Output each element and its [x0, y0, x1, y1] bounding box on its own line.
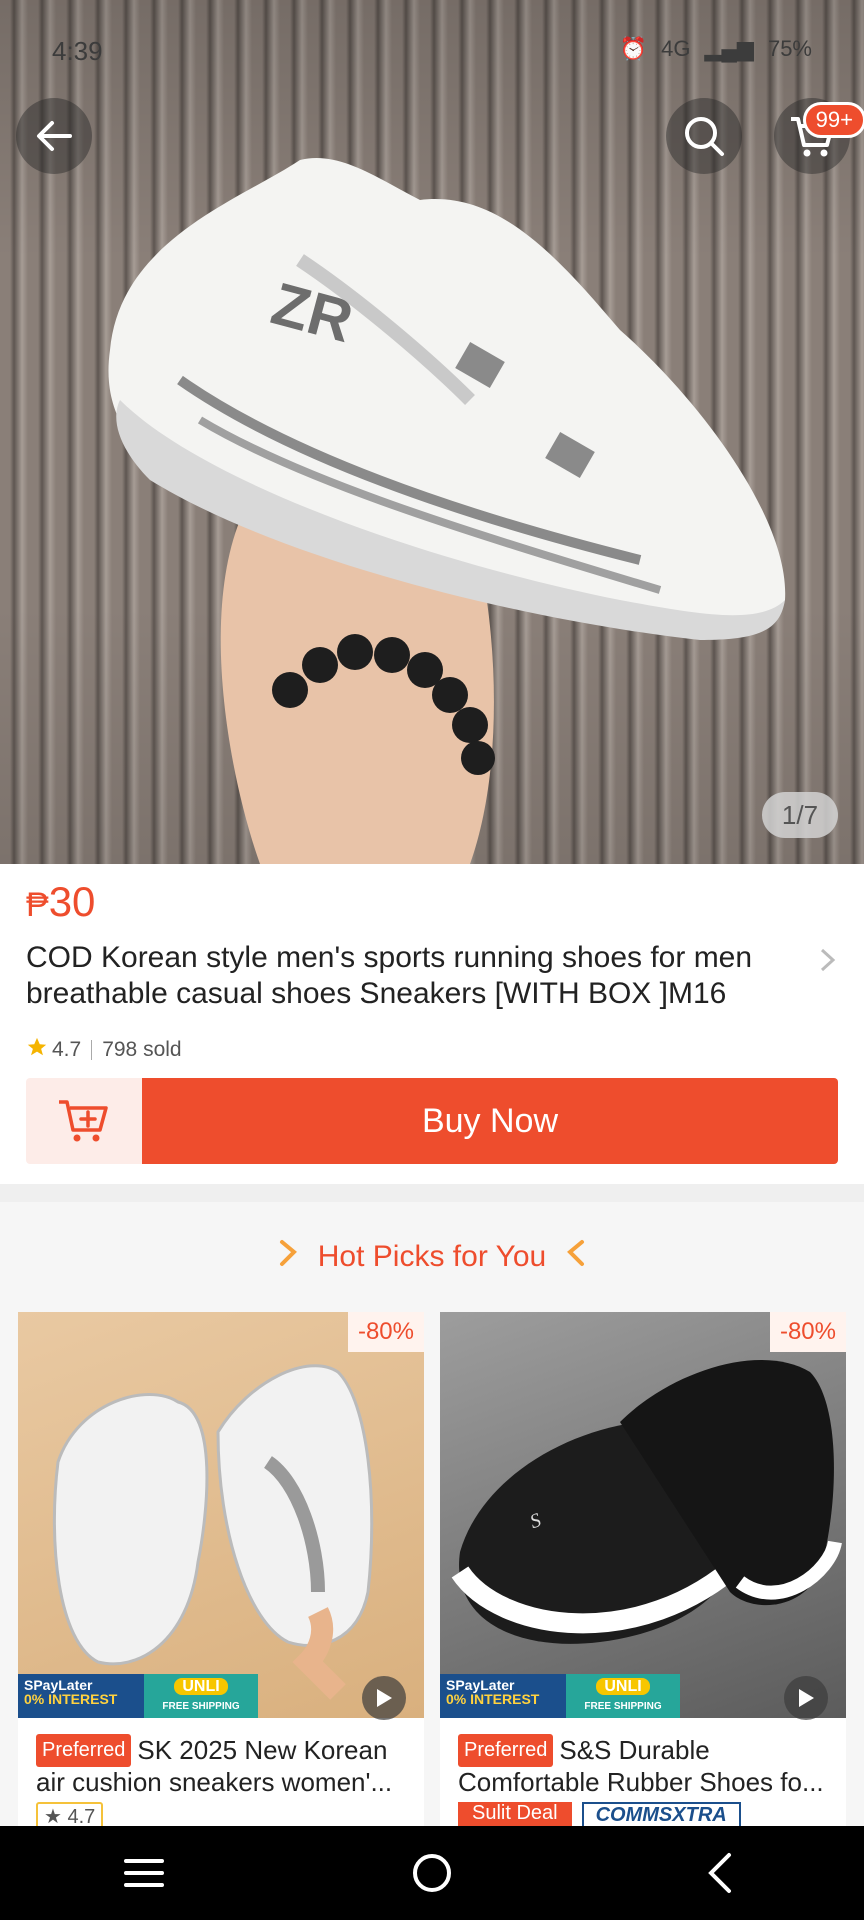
unli-shipping-tag: UNLI FREE SHIPPING [144, 1674, 258, 1718]
interest-label: 0% INTEREST [24, 1691, 118, 1707]
price-value: 30 [48, 878, 96, 925]
title-line2: air cushion sneakers women'... [36, 1767, 393, 1797]
purchase-actions: Buy Now [26, 1078, 838, 1164]
play-video-button[interactable] [784, 1676, 828, 1720]
free-shipping-label: FREE SHIPPING [584, 1701, 662, 1712]
title-line1: SK 2025 New Korean [137, 1735, 388, 1765]
promo-banner: SPayLater 0% INTEREST UNLI FREE SHIPPING [440, 1674, 680, 1718]
preferred-badge: Preferred [36, 1734, 132, 1767]
recent-apps-button[interactable] [104, 1843, 184, 1903]
product-image-gallery[interactable]: ZR 4:39 ⏰ 4G ▂▄▆ 75% 99+ 1/7 [0, 0, 864, 864]
unli-shipping-tag: UNLI FREE SHIPPING [566, 1674, 680, 1718]
hot-pick-title: Preferred S&S Durable Comfortable Rubber … [458, 1734, 834, 1798]
meta-divider [91, 1040, 93, 1060]
hot-pick-image[interactable]: S [440, 1312, 846, 1718]
play-video-button[interactable] [362, 1676, 406, 1720]
back-button[interactable] [16, 98, 92, 174]
sneaker-image: S [451, 1360, 842, 1644]
commsxtra-chip: COMMSXTRA [581, 1802, 741, 1826]
chevron-left-icon [708, 1853, 731, 1893]
hot-pick-card[interactable]: S -80% SPayLater 0% INTEREST UNLI FREE SHI… [440, 1312, 846, 1826]
discount-badge: -80% [769, 1312, 846, 1352]
rating-chip: ★ 4.7 [36, 1802, 104, 1826]
signal-icon: ▂▄▆ [704, 36, 754, 61]
system-back-button[interactable] [680, 1843, 760, 1903]
network-label: 4G [661, 36, 691, 61]
system-nav-bar [0, 1826, 864, 1920]
product-title[interactable]: COD Korean style men's sports running sh… [26, 940, 806, 1012]
spaylater-tag: SPayLater 0% INTEREST [440, 1674, 566, 1718]
star-icon [26, 1036, 48, 1064]
sulit-deal-chip: Sulit Deal [458, 1802, 572, 1826]
spaylater-tag: SPayLater 0% INTEREST [18, 1674, 144, 1718]
discount-badge: -80% [347, 1312, 424, 1352]
promo-banner: SPayLater 0% INTEREST UNLI FREE SHIPPING [18, 1674, 258, 1718]
battery-level: 75% [767, 36, 812, 61]
play-icon [377, 1689, 392, 1707]
product-meta: 4.7 798 sold [26, 1036, 182, 1064]
preferred-badge: Preferred [458, 1734, 554, 1767]
add-to-cart-button[interactable] [26, 1078, 142, 1164]
status-bar: 4:39 ⏰ 4G ▂▄▆ 75% [0, 24, 864, 74]
alarm-icon: ⏰ [619, 36, 648, 61]
hot-pick-rating: 4.7 [67, 1806, 96, 1826]
free-shipping-label: FREE SHIPPING [162, 1701, 240, 1712]
home-circle-icon [413, 1854, 451, 1892]
card-tags: Sulit Deal COMMSXTRA [458, 1802, 741, 1826]
sparkle-right-icon [564, 1238, 586, 1276]
product-rating: 4.7 [52, 1038, 82, 1061]
hot-pick-image[interactable] [18, 1312, 424, 1718]
arrow-left-icon [37, 121, 72, 151]
sold-count: 798 sold [102, 1038, 182, 1061]
cart-count-badge: 99+ [802, 102, 864, 138]
add-cart-icon [59, 1100, 108, 1142]
buy-now-button[interactable]: Buy Now [142, 1078, 838, 1164]
hot-picks-title: Hot Picks for You [317, 1240, 547, 1273]
card-tags: ★ 4.7 [36, 1802, 104, 1826]
status-icons: ⏰ 4G ▂▄▆ 75% [620, 36, 812, 62]
currency-symbol: ₱ [26, 886, 49, 924]
unli-label: UNLI [174, 1678, 228, 1695]
hot-picks-header: Hot Picks for You [0, 1238, 864, 1276]
search-button[interactable] [666, 98, 742, 174]
image-counter: 1/7 [762, 792, 838, 838]
menu-icon [124, 1859, 164, 1887]
sneaker-image [52, 1364, 374, 1700]
title-line2: Comfortable Rubber Shoes fo... [458, 1767, 824, 1797]
home-button[interactable] [392, 1843, 472, 1903]
status-time: 4:39 [52, 36, 103, 66]
hot-pick-title: Preferred SK 2025 New Korean air cushion … [36, 1734, 412, 1798]
title-line1: S&S Durable [559, 1735, 710, 1765]
play-icon [799, 1689, 814, 1707]
interest-label: 0% INTEREST [446, 1691, 540, 1707]
chevron-right-icon[interactable] [816, 944, 840, 981]
sparkle-left-icon [278, 1238, 300, 1276]
unli-label: UNLI [596, 1678, 650, 1695]
product-price: ₱30 [26, 878, 95, 926]
hot-pick-card[interactable]: -80% SPayLater 0% INTEREST UNLI FREE SHIPP… [18, 1312, 424, 1826]
search-icon [685, 117, 724, 156]
section-divider [0, 1184, 864, 1202]
